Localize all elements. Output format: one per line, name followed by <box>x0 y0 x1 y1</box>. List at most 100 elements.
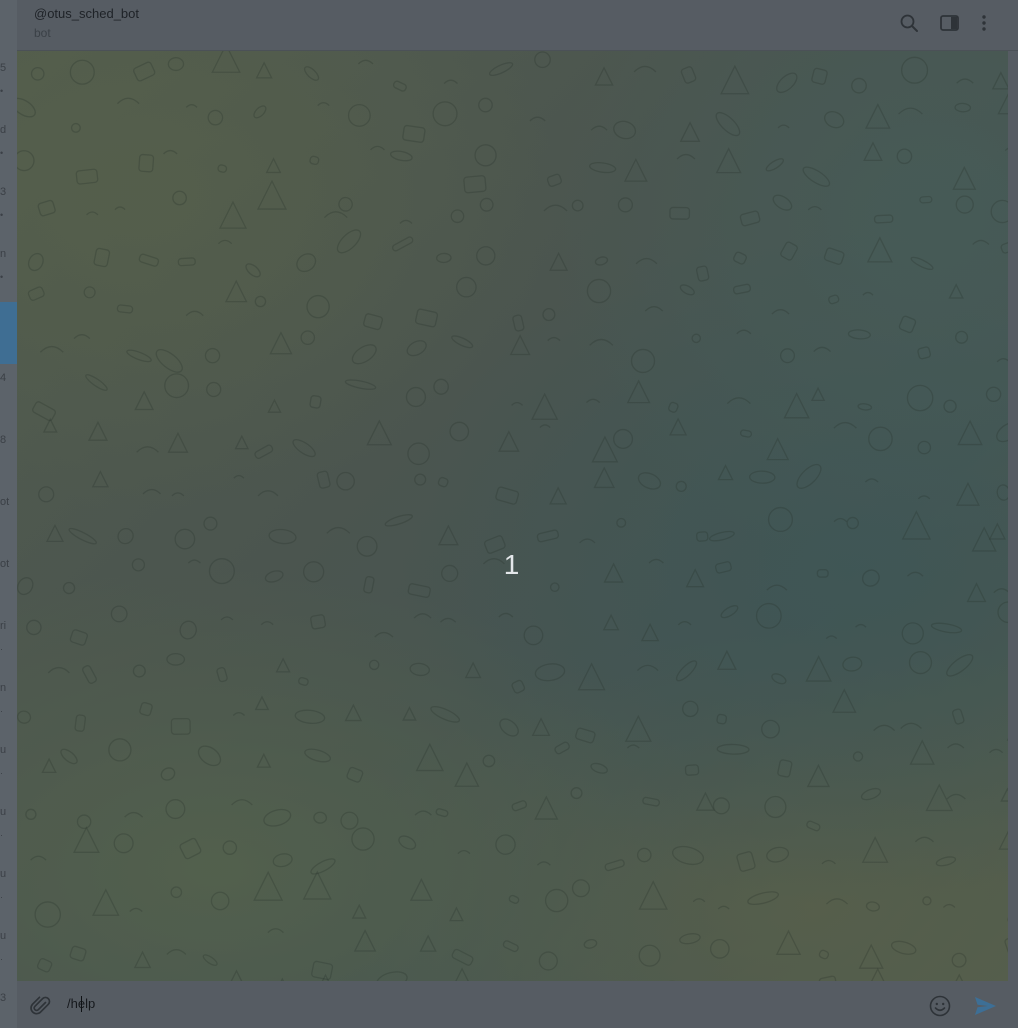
chat-list-item[interactable]: 3 <box>0 984 17 1028</box>
wallpaper-doodle <box>531 717 551 737</box>
wallpaper-doodle <box>898 107 923 115</box>
wallpaper-doodle <box>317 102 330 107</box>
chat-list-item-preview: ot <box>0 558 10 570</box>
wallpaper-doodle <box>351 827 375 851</box>
wallpaper-doodle <box>402 124 426 143</box>
wallpaper-doodle <box>142 488 162 495</box>
wallpaper-doodle <box>91 470 110 488</box>
wallpaper-doodle <box>842 656 863 672</box>
wallpaper-doodle <box>529 116 546 122</box>
wallpaper-doodle <box>405 386 427 408</box>
wallpaper-doodle <box>407 583 431 598</box>
chat-list-item[interactable]: n · <box>0 674 17 736</box>
wallpaper-doodle <box>32 401 56 422</box>
wallpaper-doodle <box>92 888 120 916</box>
chat-list-item-preview: u <box>0 868 7 880</box>
chat-list-item[interactable]: u · <box>0 922 17 984</box>
wallpaper-doodle <box>739 210 761 227</box>
wallpaper-doodle <box>764 795 787 819</box>
wallpaper-doodle <box>435 252 452 264</box>
chat-list-item-preview: 8 <box>0 434 7 446</box>
wallpaper-doodle <box>802 166 831 187</box>
wallpaper-doodle <box>930 622 963 634</box>
attach-button[interactable] <box>28 993 54 1019</box>
wallpaper-doodle <box>38 486 55 503</box>
chat-list-item[interactable]: 8 <box>0 426 17 488</box>
message-input[interactable] <box>67 994 867 1014</box>
wallpaper-doodle <box>70 122 81 133</box>
wallpaper-doodle <box>234 434 250 450</box>
wallpaper-doodle <box>313 811 328 824</box>
chat-list-item[interactable]: 3 • <box>0 178 17 240</box>
wallpaper-doodle <box>351 903 367 919</box>
wallpaper-doodle <box>594 256 609 266</box>
wallpaper-doodle <box>457 849 471 855</box>
wallpaper-doodle <box>368 659 380 671</box>
wallpaper-doodle <box>996 422 1008 443</box>
wallpaper-doodle <box>536 861 551 866</box>
paperclip-icon <box>28 996 54 1023</box>
chat-list-item[interactable]: u · <box>0 860 17 922</box>
wallpaper-doodle <box>309 395 322 409</box>
wallpaper-doodle <box>675 660 698 682</box>
wallpaper-doodle <box>821 859 836 865</box>
wallpaper-doodle <box>935 856 957 867</box>
wallpaper-doodle <box>476 246 496 266</box>
wallpaper-doodle <box>732 283 752 295</box>
emoji-button[interactable] <box>927 993 953 1019</box>
wallpaper-doodle <box>851 77 867 94</box>
wallpaper-doodle <box>47 666 70 674</box>
wallpaper-doodle <box>739 429 753 438</box>
chat-list-item[interactable]: u · <box>0 798 17 860</box>
wallpaper-doodle <box>406 340 427 357</box>
chat-list-item-preview: u <box>0 806 7 818</box>
chat-list-item-preview: n <box>0 682 7 694</box>
chat-list-strip[interactable]: 5 • d • 3 • n • 4 8 ot ot ri · n · u · u · u · u · 3 <box>0 0 17 1028</box>
wallpaper-doodle <box>407 442 430 466</box>
wallpaper-doodle <box>736 329 752 335</box>
wallpaper-doodle <box>630 348 656 374</box>
search-button[interactable] <box>896 10 922 36</box>
chat-list-item[interactable]: 4 <box>0 364 17 426</box>
wallpaper-doodle <box>855 623 867 628</box>
chat-list-item[interactable]: ot <box>0 488 17 550</box>
wallpaper-doodle <box>443 79 458 84</box>
wallpaper-doodle <box>488 62 514 77</box>
chat-center-text: 1 <box>503 549 520 580</box>
wallpaper-doodle <box>679 933 701 945</box>
wallpaper-doodle <box>310 614 326 630</box>
wallpaper-doodle <box>134 390 155 411</box>
wallpaper-doodle <box>309 155 320 166</box>
wallpaper-doodle <box>796 463 822 489</box>
chat-history[interactable]: 1 <box>17 51 1008 981</box>
wallpaper-doodle <box>27 252 44 272</box>
send-button[interactable] <box>971 992 999 1020</box>
chat-list-item[interactable]: ot <box>0 550 17 612</box>
wallpaper-doodle <box>691 333 702 344</box>
sidebar-toggle-button[interactable] <box>936 10 962 36</box>
wallpaper-doodle <box>451 948 474 966</box>
more-options-button[interactable] <box>971 10 997 36</box>
wallpaper-doodle <box>720 605 739 619</box>
chat-list-item[interactable]: 5 • <box>0 54 17 116</box>
wallpaper-doodle <box>716 713 728 725</box>
wallpaper-doodle <box>720 64 750 95</box>
chat-list-item-status: · <box>0 830 3 840</box>
chat-list-item[interactable]: u · <box>0 736 17 798</box>
wallpaper-doodle <box>117 527 134 545</box>
wallpaper-doodle <box>922 896 932 906</box>
wallpaper-doodle <box>846 516 859 530</box>
wallpaper-doodle <box>36 957 53 973</box>
wallpaper-doodle <box>715 111 741 137</box>
chat-list-item[interactable]: ri · <box>0 612 17 674</box>
chat-list-item[interactable]: d • <box>0 116 17 178</box>
chat-scrollbar-track[interactable] <box>1008 51 1018 981</box>
wallpaper-doodle <box>909 739 935 765</box>
chat-list-item[interactable]: n • <box>0 240 17 302</box>
chat-title[interactable]: @otus_sched_bot <box>34 6 139 21</box>
wallpaper-doodle <box>523 625 544 646</box>
wallpaper-doodle <box>586 398 601 404</box>
wallpaper-doodle <box>549 582 560 593</box>
chat-list-item[interactable] <box>0 302 17 364</box>
wallpaper-doodle <box>126 349 152 363</box>
